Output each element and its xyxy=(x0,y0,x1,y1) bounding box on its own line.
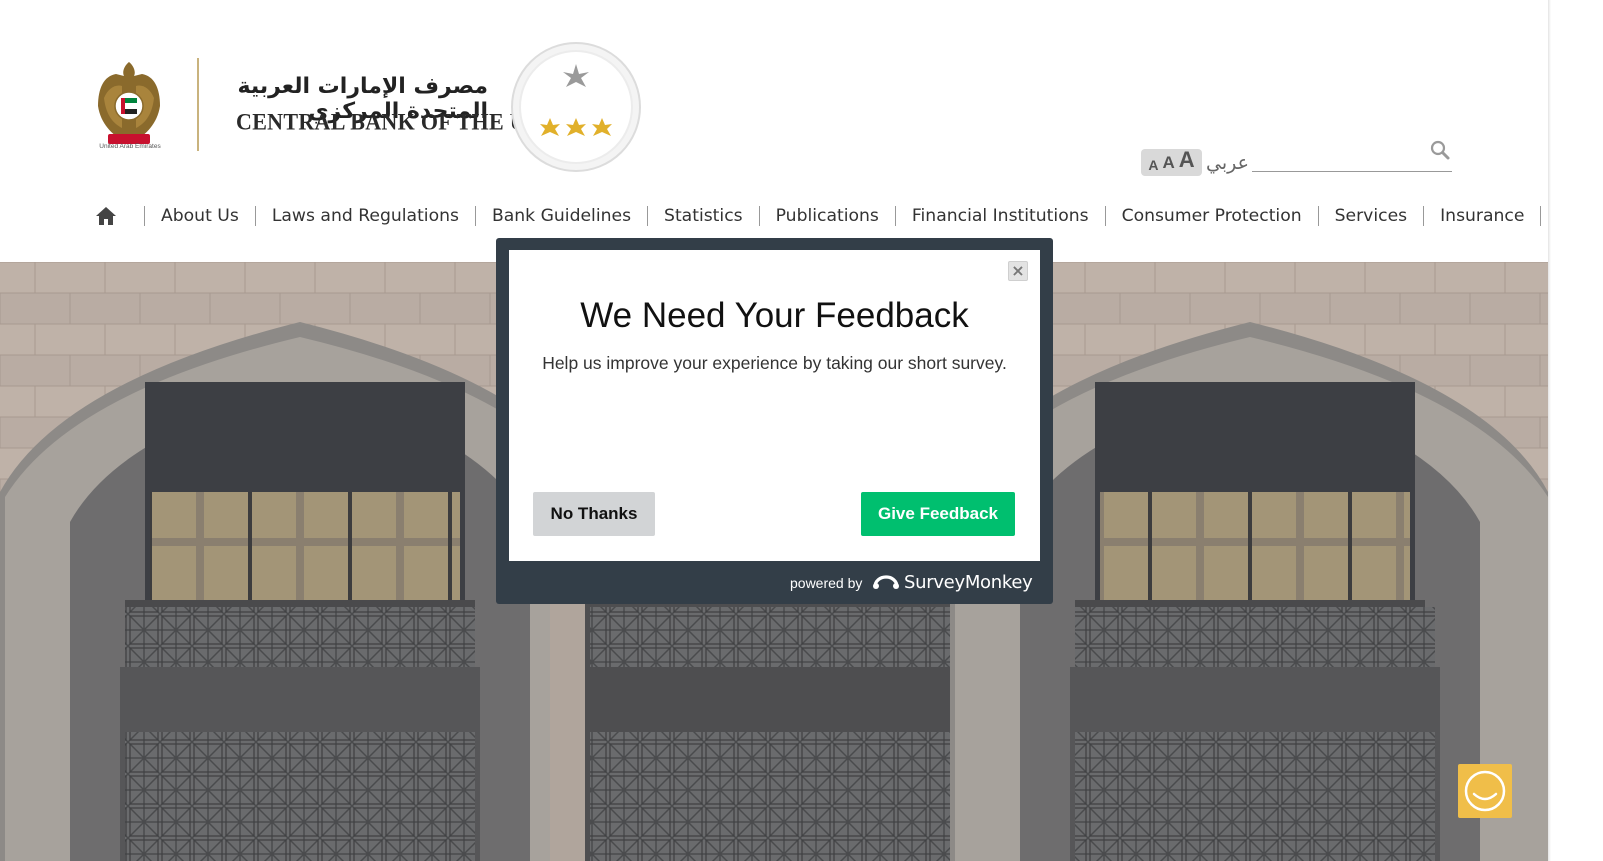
nav-separator xyxy=(254,206,256,226)
give-feedback-button[interactable]: Give Feedback xyxy=(861,492,1015,536)
uae-emblem-icon[interactable] xyxy=(94,58,164,154)
main-nav: About Us Laws and Regulations Bank Guide… xyxy=(94,200,1573,232)
nav-item-laws-and-regulations[interactable]: Laws and Regulations xyxy=(272,206,459,226)
emblem-caption: United Arab Emirates xyxy=(99,143,161,150)
page-right-gutter xyxy=(1548,0,1603,861)
nav-separator xyxy=(1423,206,1425,226)
font-size-medium[interactable]: A xyxy=(1162,153,1174,173)
nav-separator xyxy=(144,206,145,226)
home-icon[interactable] xyxy=(94,204,118,228)
nav-item-bank-guidelines[interactable]: Bank Guidelines xyxy=(492,206,631,226)
nav-item-publications[interactable]: Publications xyxy=(776,206,879,226)
nav-item-insurance[interactable]: Insurance xyxy=(1440,206,1524,226)
site-header: United Arab Emirates مصرف الإمارات العرب… xyxy=(0,0,1573,262)
language-toggle-link[interactable]: عربي xyxy=(1206,152,1249,174)
nav-separator xyxy=(758,206,760,226)
powered-by-label: powered by xyxy=(790,575,863,591)
search-input[interactable] xyxy=(1252,138,1452,172)
survey-title: We Need Your Feedback xyxy=(580,296,969,335)
close-icon[interactable]: × xyxy=(1008,261,1028,281)
nav-item-financial-institutions[interactable]: Financial Institutions xyxy=(912,206,1089,226)
nav-separator xyxy=(1317,206,1319,226)
nav-item-consumer-protection[interactable]: Consumer Protection xyxy=(1122,206,1302,226)
survey-subtitle: Help us improve your experience by takin… xyxy=(542,353,1007,373)
nav-separator xyxy=(894,206,896,226)
nav-separator xyxy=(1104,206,1106,226)
font-size-toggle[interactable]: A A A xyxy=(1141,147,1202,176)
nav-item-statistics[interactable]: Statistics xyxy=(664,206,743,226)
nav-item-services[interactable]: Services xyxy=(1335,206,1407,226)
search-icon[interactable] xyxy=(1429,139,1451,161)
chat-smile-icon[interactable] xyxy=(1458,764,1512,818)
nav-item-about-us[interactable]: About Us xyxy=(161,206,239,226)
nav-separator xyxy=(1540,206,1542,226)
font-size-large[interactable]: A xyxy=(1179,147,1195,173)
nav-separator xyxy=(647,206,649,226)
header-divider xyxy=(197,58,199,151)
star-rating-badge-icon[interactable] xyxy=(510,38,644,176)
nav-separator xyxy=(474,206,476,226)
surveymonkey-logo[interactable]: SurveyMonkey xyxy=(872,571,1033,593)
font-size-small[interactable]: A xyxy=(1148,157,1158,173)
no-thanks-button[interactable]: No Thanks xyxy=(533,492,655,536)
surveymonkey-icon xyxy=(873,575,899,589)
surveymonkey-brand: SurveyMonkey xyxy=(904,571,1033,593)
